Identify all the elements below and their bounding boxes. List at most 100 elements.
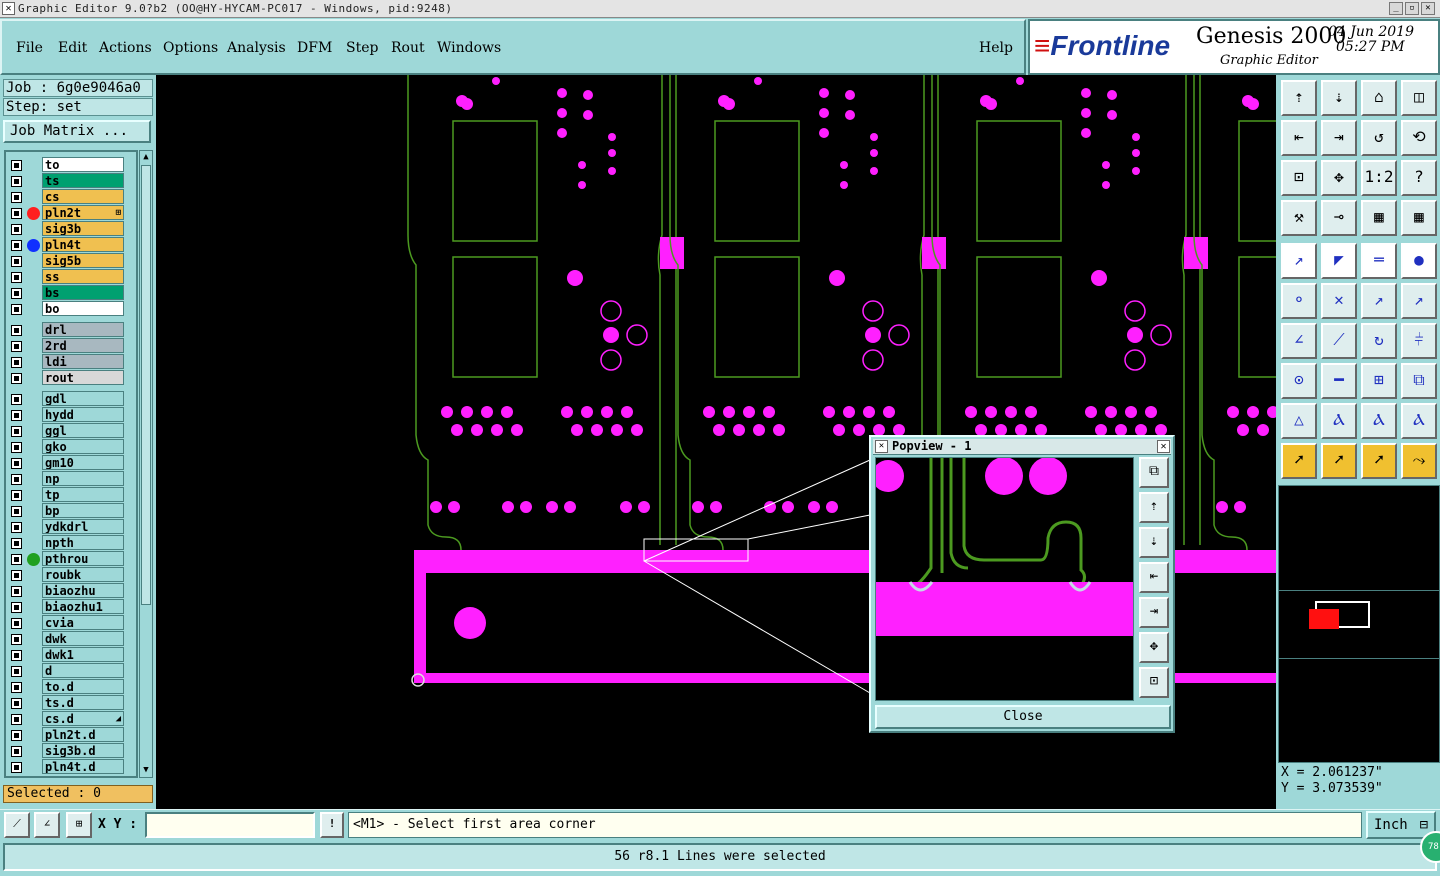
arc-draw-icon[interactable]: ↻ [1361,323,1397,359]
layer-checkbox[interactable] [11,192,22,203]
layer-checkbox[interactable] [11,288,22,299]
zoom-fit-icon[interactable]: ⊡ [1281,160,1317,196]
layer-checkbox[interactable] [11,304,22,315]
layer-checkbox[interactable] [11,666,22,677]
layer-name[interactable]: ggl [42,423,124,438]
layer-checkbox[interactable] [11,746,22,757]
layer-name[interactable]: gm10 [42,455,124,470]
layer-checkbox[interactable] [11,325,22,336]
help-query-icon[interactable]: ? [1401,160,1437,196]
layer-checkbox[interactable] [11,394,22,405]
layer-name[interactable]: bs [42,285,124,300]
redraw-icon[interactable]: ⟲ [1401,120,1437,156]
layer-row-ydkdrl[interactable]: ydkdrl [6,519,136,535]
layer-row-to-d[interactable]: to.d [6,679,136,695]
layer-name[interactable]: roubk [42,567,124,582]
layer-row-ts-d[interactable]: ts.d [6,695,136,711]
angle-line-icon[interactable]: ∠ [1281,323,1317,359]
layer-name[interactable]: to [42,157,124,172]
layer-row-cvia[interactable]: cvia [6,615,136,631]
layer-name[interactable]: cs [42,189,124,204]
layer-row-np[interactable]: np [6,471,136,487]
popview-titlebar[interactable]: ✕ Popview - 1 ✕ [873,439,1171,455]
layer-row-dwk1[interactable]: dwk1 [6,647,136,663]
layer-name[interactable]: npth [42,535,124,550]
layer-name[interactable]: ts [42,173,124,188]
layer-checkbox[interactable] [11,410,22,421]
layer-name[interactable]: hydd [42,407,124,422]
layer-checkbox[interactable] [11,730,22,741]
layer-name[interactable]: rout [42,370,124,385]
menu-actions[interactable]: Actions [99,40,152,56]
layer-checkbox[interactable] [11,426,22,437]
layer-row-cs-d[interactable]: cs.d ◢ [6,711,136,727]
layer-name[interactable]: biaozhu1 [42,599,124,614]
move-point-alt-icon[interactable]: ↗ [1401,283,1437,319]
pan-left-icon[interactable]: ⇤ [1281,120,1317,156]
layer-checkbox[interactable] [11,618,22,629]
layer-checkbox[interactable] [11,698,22,709]
layer-checkbox[interactable] [11,570,22,581]
layer-name[interactable]: to.d [42,679,124,694]
xy-input[interactable] [145,812,315,838]
layer-checkbox[interactable] [11,522,22,533]
layer-row-gm10[interactable]: gm10 [6,455,136,471]
layer-row-to[interactable]: to [6,157,136,173]
layer-row-2rd[interactable]: 2rd [6,338,136,354]
layer-checkbox[interactable] [11,490,22,501]
layer-name[interactable]: d [42,663,124,678]
layer-name[interactable]: pln4t.d [42,759,124,774]
menu-windows[interactable]: Windows [437,40,501,56]
layer-name[interactable]: dwk1 [42,647,124,662]
layer-name[interactable]: gdl [42,391,124,406]
popview-close-button[interactable]: Close [875,705,1171,729]
layer-row-npth[interactable]: npth [6,535,136,551]
pop-fit-icon[interactable]: ✥ [1139,632,1169,663]
layer-row-pln4t[interactable]: pln4t [6,237,136,253]
split-view-icon[interactable]: ◫ [1401,80,1437,116]
popview-canvas[interactable] [875,457,1134,701]
layer-checkbox[interactable] [11,357,22,368]
layer-row-pln2t[interactable]: pln2t ⊞ [6,205,136,221]
layer-name[interactable]: biaozhu [42,583,124,598]
pan-right-icon[interactable]: ⇥ [1321,120,1357,156]
pointer-box-icon[interactable]: ➚ [1321,443,1357,479]
layer-name[interactable]: pln2t ⊞ [42,205,124,220]
layer-stack-icon[interactable]: ▦ [1361,200,1397,236]
layer-checkbox[interactable] [11,650,22,661]
job-matrix-button[interactable]: Job Matrix ... [3,120,151,143]
pointer-path-icon[interactable]: ⤳ [1401,443,1437,479]
layer-checkbox[interactable] [11,341,22,352]
route-probe-icon[interactable]: ⊸ [1321,200,1357,236]
select-feature-icon[interactable]: ↗ [1281,243,1317,279]
menu-dfm[interactable]: DFM [297,40,332,56]
layer-row-bs[interactable]: bs [6,285,136,301]
layer-checkbox[interactable] [11,586,22,597]
layer-name[interactable]: cvia [42,615,124,630]
layer-row-ts[interactable]: ts [6,173,136,189]
layer-name[interactable]: ydkdrl [42,519,124,534]
layer-name[interactable]: bp [42,503,124,518]
minimize-button[interactable]: _ [1389,2,1403,15]
scroll-down-icon[interactable]: ▼ [141,765,151,775]
group-shapes-icon[interactable]: ⧉ [1401,363,1437,399]
layer-checkbox[interactable] [11,224,22,235]
layer-row-sig3b-d[interactable]: sig3b.d [6,743,136,759]
layer-name[interactable]: bo [42,301,124,316]
layer-name[interactable]: pln4t [42,237,124,252]
close-window-button[interactable]: ✕ [1421,2,1435,15]
ruler-icon[interactable]: ═ [1361,243,1397,279]
layer-scrollbar[interactable]: ▲ ▼ [139,150,153,778]
menu-step[interactable]: Step [346,40,378,56]
layer-row-bp[interactable]: bp [6,503,136,519]
layer-name[interactable]: ts.d [42,695,124,710]
shape-cross-icon[interactable]: Ⲁ [1401,403,1437,439]
measure-icon[interactable]: ⚒ [1281,200,1317,236]
measure-span-icon[interactable]: ⊞ [1361,363,1397,399]
layer-row-tp[interactable]: tp [6,487,136,503]
scroll-thumb[interactable] [141,165,151,605]
connect-nodes-icon[interactable]: ⚬ [1281,283,1317,319]
shape-a-icon[interactable]: Ⲁ [1321,403,1357,439]
delete-feature-icon[interactable]: ✕ [1321,283,1357,319]
home-top-icon[interactable]: ⇡ [1281,80,1317,116]
